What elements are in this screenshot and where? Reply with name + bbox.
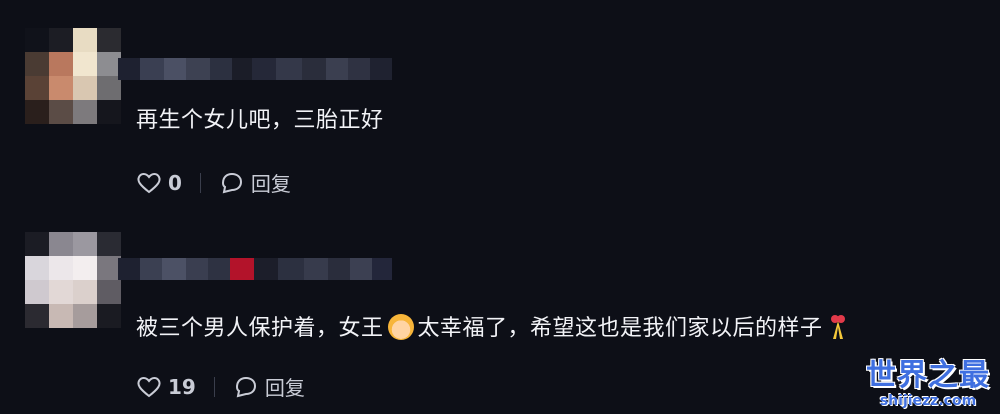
reply-label: 回复 <box>250 172 291 196</box>
reply-button[interactable]: 回复 <box>219 168 291 197</box>
avatar[interactable] <box>25 232 121 328</box>
reply-label: 回复 <box>264 376 305 400</box>
woman-crown-face-emoji <box>387 314 414 340</box>
watermark-title: 世界之最 <box>866 358 990 393</box>
heart-outline-icon <box>137 172 161 193</box>
username-redacted[interactable] <box>118 258 392 280</box>
comment-actions: 0 回复 <box>136 168 291 197</box>
site-watermark: 世界之最 shijiezz.com <box>866 358 990 409</box>
speech-bubble-icon <box>235 376 256 397</box>
watermark-url: shijiezz.com <box>879 393 977 409</box>
divider <box>213 376 215 397</box>
ribbon-emoji <box>830 315 845 339</box>
heart-outline-icon <box>137 376 161 397</box>
like-button[interactable]: 0 <box>136 171 182 195</box>
comment-actions: 19 回复 <box>136 372 305 401</box>
like-button[interactable]: 19 <box>136 375 196 399</box>
avatar[interactable] <box>25 28 121 124</box>
speech-bubble-icon <box>221 172 242 193</box>
comment-text: 被三个男人保护着，女王 太幸福了，希望这也是我们家以后的样子 <box>136 310 847 342</box>
like-count: 0 <box>168 170 182 195</box>
reply-button[interactable]: 回复 <box>233 372 305 401</box>
comment-text-part: 被三个男人保护着，女王 <box>136 316 384 341</box>
comment-text-part: 太幸福了，希望这也是我们家以后的样子 <box>417 316 823 341</box>
divider <box>199 172 201 193</box>
comment-item: 再生个女儿吧，三胎正好 0 回复 <box>0 28 1000 218</box>
username-redacted[interactable] <box>118 58 392 80</box>
like-count: 19 <box>168 374 196 399</box>
comment-item: 被三个男人保护着，女王 太幸福了，希望这也是我们家以后的样子 19 回复 <box>0 232 1000 414</box>
comment-text: 再生个女儿吧，三胎正好 <box>136 108 384 133</box>
